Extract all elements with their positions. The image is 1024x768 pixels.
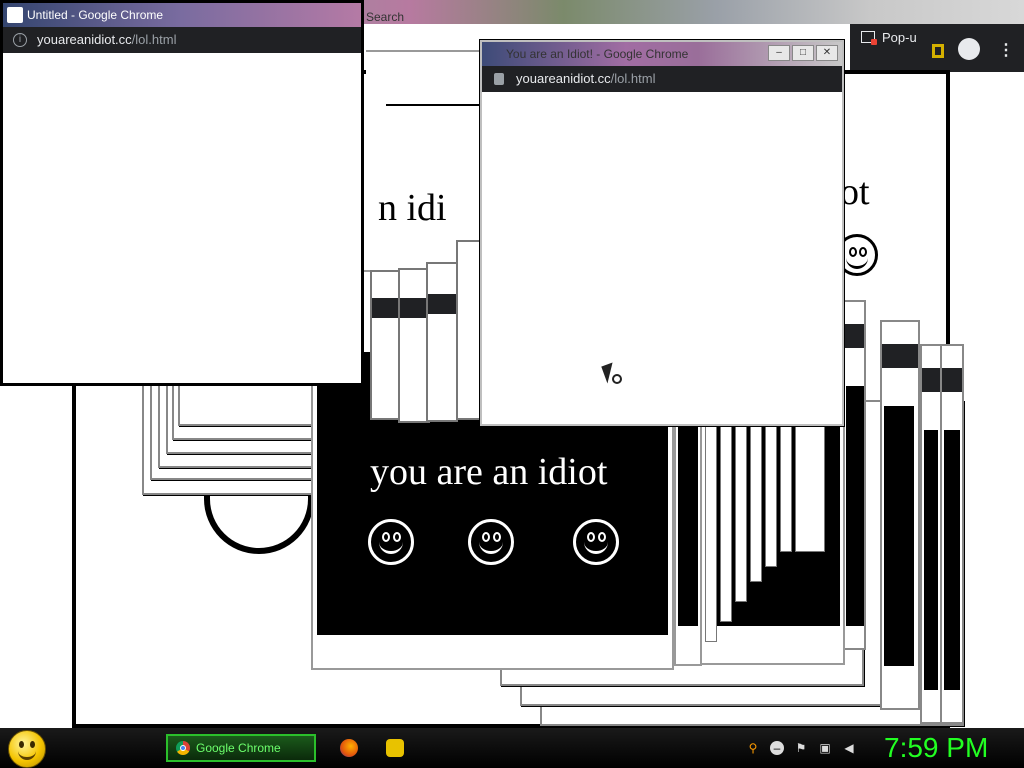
search-label: Search xyxy=(366,10,405,24)
url-path: /lol.html xyxy=(610,71,656,86)
stacked-popup-strip xyxy=(426,262,458,422)
stacked-strip xyxy=(880,320,920,710)
untitled-chrome-popup[interactable]: Untitled - Google Chrome i youareanidiot… xyxy=(0,0,364,386)
extension-icon[interactable] xyxy=(932,44,944,58)
taskbar-clock[interactable]: 7:59 PM xyxy=(884,732,988,764)
background-idiot-text: n idi xyxy=(378,187,447,229)
stacked-strip xyxy=(674,420,702,666)
smiley-icon xyxy=(573,519,619,565)
background-idiot-text-right: ot xyxy=(840,171,870,213)
lock-icon xyxy=(494,73,504,85)
popup-titlebar[interactable]: Untitled - Google Chrome xyxy=(3,3,361,27)
search-tray-icon[interactable]: ⚲ xyxy=(746,741,760,755)
idiot-chrome-popup[interactable]: You are an Idiot! - Google Chrome – □ ✕ … xyxy=(480,40,844,426)
popup-title: Untitled - Google Chrome xyxy=(27,8,164,22)
popup-blocked-tab[interactable]: Pop-u xyxy=(856,27,926,49)
url-path: /lol.html xyxy=(131,32,177,47)
stacked-strip xyxy=(735,420,747,602)
close-button[interactable]: ✕ xyxy=(816,45,838,61)
stacked-popup-strip xyxy=(370,270,400,420)
maximize-button[interactable]: □ xyxy=(792,45,814,61)
stacked-strip xyxy=(705,420,717,642)
stacked-window xyxy=(178,380,320,426)
app-icon xyxy=(7,7,23,23)
url-host: youareanidiot.cc xyxy=(37,32,132,47)
stacked-strip xyxy=(765,420,777,567)
stacked-window-frame xyxy=(366,50,486,82)
taskbar xyxy=(0,728,1024,768)
info-icon: i xyxy=(13,33,27,47)
taskbar-chrome-button[interactable]: Google Chrome xyxy=(166,734,316,762)
divider xyxy=(386,104,486,106)
cursor-eye-icon xyxy=(612,374,622,384)
popup-titlebar[interactable]: You are an Idiot! - Google Chrome – □ ✕ xyxy=(482,42,842,66)
network-icon[interactable]: ▣ xyxy=(818,741,832,755)
idiot-message: you are an idiot xyxy=(370,451,608,493)
popup-blocked-icon xyxy=(861,31,877,45)
chrome-icon xyxy=(176,741,190,755)
stacked-strip xyxy=(940,344,964,724)
taskbar-chrome-label: Google Chrome xyxy=(196,741,281,755)
folder-icon[interactable] xyxy=(386,739,404,757)
stacked-strip xyxy=(842,300,866,650)
stacked-strip xyxy=(780,420,792,552)
popup-blocked-label: Pop-u xyxy=(882,30,917,45)
stacked-strip xyxy=(920,344,942,724)
smiley-icon xyxy=(368,519,414,565)
address-bar[interactable]: i youareanidiot.cc/lol.html xyxy=(3,27,361,53)
tray-status-icon[interactable]: – xyxy=(770,741,784,755)
url-host: youareanidiot.cc xyxy=(516,71,611,86)
popup-title: You are an Idiot! - Google Chrome xyxy=(506,47,689,61)
address-bar[interactable]: youareanidiot.cc/lol.html xyxy=(482,66,842,92)
start-button[interactable] xyxy=(8,730,46,768)
profile-avatar-icon[interactable] xyxy=(958,38,980,60)
stacked-strip xyxy=(795,420,825,552)
smiley-icon xyxy=(468,519,514,565)
stacked-strip xyxy=(750,420,762,582)
volume-icon[interactable]: ◀ xyxy=(842,741,856,755)
firefox-icon[interactable] xyxy=(340,739,358,757)
stacked-popup-strip xyxy=(456,240,482,420)
stacked-strip xyxy=(720,420,732,622)
action-center-flag-icon[interactable]: ⚑ xyxy=(794,741,808,755)
minimize-button[interactable]: – xyxy=(768,45,790,61)
chrome-menu-icon[interactable]: ⋮ xyxy=(998,40,1014,60)
